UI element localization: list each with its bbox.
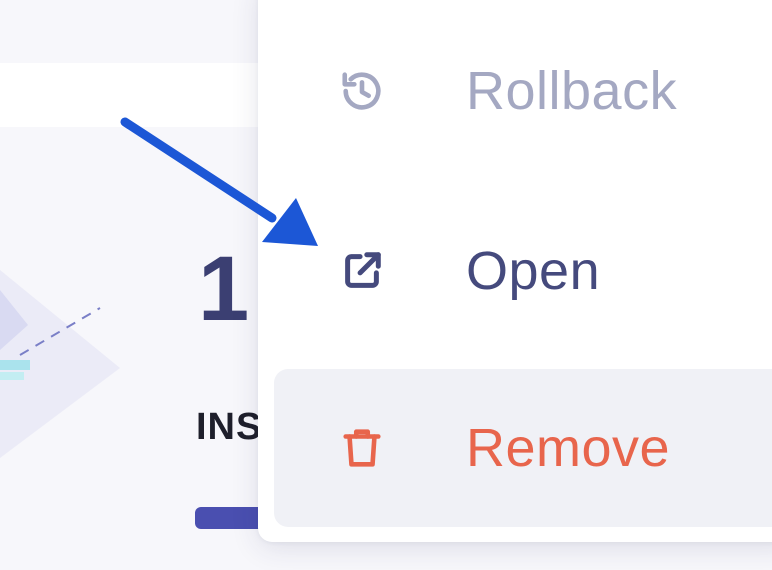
menu-item-open[interactable]: Open (274, 192, 772, 350)
stat-number: 1 (198, 238, 250, 340)
context-menu: Rollback Open Remove (258, 0, 772, 542)
external-link-icon (338, 247, 386, 295)
screen: 1 INS Rollback Open Remove (0, 0, 772, 570)
menu-item-rollback[interactable]: Rollback (274, 12, 772, 170)
stat-label: INS (196, 406, 263, 448)
menu-item-label: Remove (466, 418, 671, 478)
history-icon (338, 67, 386, 115)
menu-item-label: Rollback (466, 61, 678, 121)
trash-icon (338, 424, 386, 472)
background-header-strip (0, 63, 290, 127)
menu-item-remove[interactable]: Remove (274, 369, 772, 527)
menu-item-label: Open (466, 241, 601, 301)
illustration-graphic (0, 270, 120, 458)
